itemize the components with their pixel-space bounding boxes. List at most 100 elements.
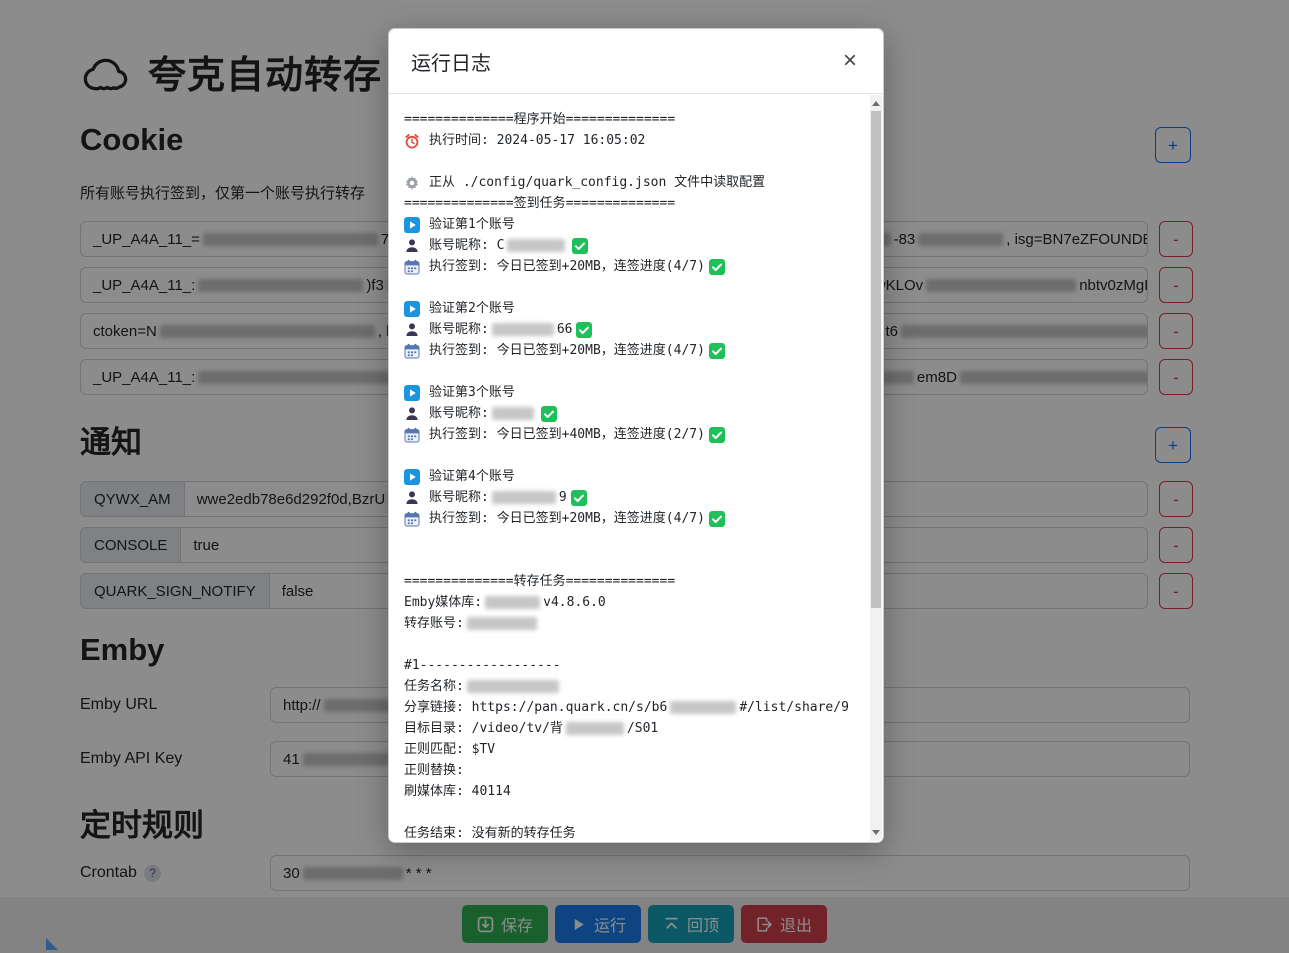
log-line: 账号昵称: 66 — [404, 319, 853, 340]
log-line: ==============转存任务============== — [404, 571, 853, 592]
play-icon — [404, 301, 420, 317]
log-line: 验证第1个账号 — [404, 214, 853, 235]
log-line: 账号昵称: 9 — [404, 487, 853, 508]
log-line: 目标目录: /video/tv/背/S01 — [404, 718, 853, 739]
scrollbar-thumb[interactable] — [871, 111, 881, 608]
text-fragment: 正则替换: — [404, 760, 464, 781]
calendar-icon — [404, 427, 420, 443]
log-line: #1------------------ — [404, 655, 853, 676]
calendar-icon — [404, 511, 420, 527]
text-fragment: /S01 — [627, 718, 658, 739]
log-line: 正则匹配: $TV — [404, 739, 853, 760]
text-fragment: 执行签到: 今日已签到+20MB，连签进度(4/7) — [429, 340, 705, 361]
text-fragment: 账号昵称: — [429, 487, 489, 508]
text-fragment: 验证第2个账号 — [429, 298, 515, 319]
play-icon — [404, 385, 420, 401]
text-fragment: 执行签到: 今日已签到+40MB，连签进度(2/7) — [429, 424, 705, 445]
text-fragment: 9 — [559, 487, 567, 508]
redacted-text — [670, 701, 736, 714]
modal-scrollbar[interactable] — [870, 95, 882, 841]
check-icon — [571, 490, 587, 506]
redacted-text — [507, 239, 565, 252]
text-fragment: 正从 ./config/quark_config.json 文件中读取配置 — [429, 172, 765, 193]
text-fragment: 执行时间: 2024-05-17 16:05:02 — [429, 130, 645, 151]
close-icon[interactable]: × — [839, 49, 861, 73]
modal-body: ==============程序开始==============执行时间: 20… — [389, 94, 883, 842]
log-line: 账号昵称: — [404, 403, 853, 424]
person-icon — [404, 490, 420, 506]
log-line — [404, 361, 853, 382]
log-line: 执行时间: 2024-05-17 16:05:02 — [404, 130, 853, 151]
redacted-text — [492, 323, 554, 336]
check-icon — [709, 427, 725, 443]
check-icon — [709, 343, 725, 359]
person-icon — [404, 238, 420, 254]
log-line: 转存账号: — [404, 613, 853, 634]
check-icon — [576, 322, 592, 338]
log-line: 验证第4个账号 — [404, 466, 853, 487]
log-line — [404, 550, 853, 571]
text-fragment: 刷媒体库: 40114 — [404, 781, 511, 802]
log-line: 分享链接: https://pan.quark.cn/s/b6 #/list/sh… — [404, 697, 853, 718]
redacted-text — [492, 491, 556, 504]
text-fragment: v4.8.6.0 — [543, 592, 606, 613]
scroll-up-icon[interactable] — [872, 101, 880, 106]
log-line — [404, 151, 853, 172]
log-line: 验证第3个账号 — [404, 382, 853, 403]
log-line — [404, 529, 853, 550]
check-icon — [709, 511, 725, 527]
log-line: Emby媒体库: v4.8.6.0 — [404, 592, 853, 613]
modal-title: 运行日志 — [411, 47, 491, 76]
gear-icon — [404, 175, 420, 191]
log-line: 验证第2个账号 — [404, 298, 853, 319]
redacted-text — [492, 407, 534, 420]
text-fragment: 验证第1个账号 — [429, 214, 515, 235]
log-content: ==============程序开始==============执行时间: 20… — [404, 109, 853, 842]
text-fragment: 验证第3个账号 — [429, 382, 515, 403]
person-icon — [404, 322, 420, 338]
text-fragment: 账号昵称: C — [429, 235, 504, 256]
calendar-icon — [404, 259, 420, 275]
person-icon — [404, 406, 420, 422]
play-icon — [404, 217, 420, 233]
log-line: 账号昵称: C — [404, 235, 853, 256]
redacted-text — [566, 722, 624, 735]
log-line: 刷媒体库: 40114 — [404, 781, 853, 802]
text-fragment: #1------------------ — [404, 655, 561, 676]
text-fragment: 目标目录: /video/tv/背 — [404, 718, 563, 739]
log-line: 执行签到: 今日已签到+20MB，连签进度(4/7) — [404, 340, 853, 361]
play-icon — [404, 469, 420, 485]
log-line: ==============签到任务============== — [404, 193, 853, 214]
calendar-icon — [404, 343, 420, 359]
log-line: 任务名称: — [404, 676, 853, 697]
text-fragment: 任务名称: — [404, 676, 464, 697]
text-fragment: #/list/share/9 — [739, 697, 849, 718]
log-line — [404, 634, 853, 655]
check-icon — [572, 238, 588, 254]
log-line — [404, 277, 853, 298]
text-fragment: 66 — [557, 319, 573, 340]
log-line: 正从 ./config/quark_config.json 文件中读取配置 — [404, 172, 853, 193]
log-line: 执行签到: 今日已签到+20MB，连签进度(4/7) — [404, 256, 853, 277]
redacted-text — [485, 596, 540, 609]
text-fragment: ==============转存任务============== — [404, 571, 675, 592]
log-line — [404, 802, 853, 823]
text-fragment: 任务结束: 没有新的转存任务 — [404, 823, 576, 842]
redacted-text — [467, 680, 559, 693]
log-line: 执行签到: 今日已签到+20MB，连签进度(4/7) — [404, 508, 853, 529]
check-icon — [709, 259, 725, 275]
text-fragment: Emby媒体库: — [404, 592, 482, 613]
log-line: 正则替换: — [404, 760, 853, 781]
text-fragment: 分享链接: https://pan.quark.cn/s/b6 — [404, 697, 667, 718]
run-log-modal: 运行日志 × ==============程序开始==============执… — [388, 28, 884, 843]
log-line — [404, 445, 853, 466]
text-fragment: 验证第4个账号 — [429, 466, 515, 487]
log-line: 执行签到: 今日已签到+40MB，连签进度(2/7) — [404, 424, 853, 445]
text-fragment: 执行签到: 今日已签到+20MB，连签进度(4/7) — [429, 508, 705, 529]
text-fragment: ==============签到任务============== — [404, 193, 675, 214]
check-icon — [541, 406, 557, 422]
log-line: 任务结束: 没有新的转存任务 — [404, 823, 853, 842]
text-fragment: 执行签到: 今日已签到+20MB，连签进度(4/7) — [429, 256, 705, 277]
scroll-down-icon[interactable] — [872, 830, 880, 835]
redacted-text — [467, 617, 537, 630]
